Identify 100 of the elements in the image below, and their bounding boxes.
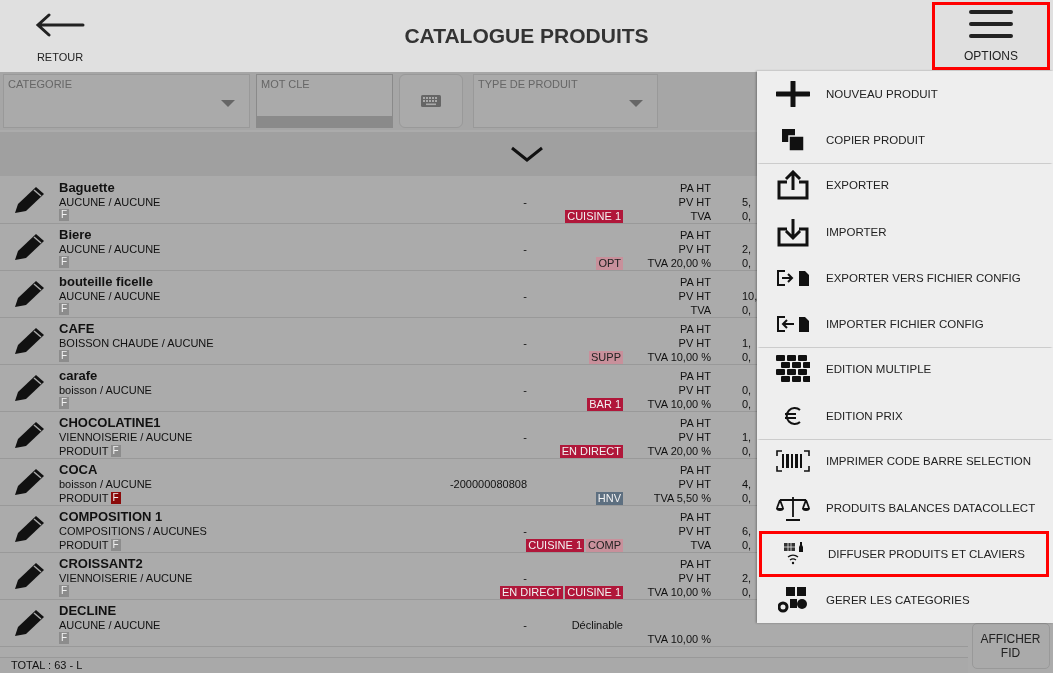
flag-badge: F [59, 397, 70, 409]
price-label: PA HT [680, 464, 711, 476]
vat-value: 0, [742, 257, 752, 269]
flag-badge: F [59, 350, 70, 362]
product-name: DECLINE [59, 604, 118, 618]
product-category: AUCUNE / AUCUNE [59, 195, 162, 209]
flag-badge: F [59, 585, 70, 597]
product-category: VIENNOISERIE / AUCUNE [59, 571, 194, 585]
product-code: - [523, 525, 527, 537]
flag-badge: F [59, 209, 70, 221]
vat-value: 0, [742, 210, 752, 222]
vat-label: TVA [690, 210, 711, 222]
product-name: CAFE [59, 322, 96, 336]
flag-badge: F [110, 445, 121, 457]
price-label: PV HT [678, 478, 711, 490]
vat-value: 0, [742, 398, 752, 410]
product-category: BOISSON CHAUDE / AUCUNE [59, 336, 215, 350]
vat-label: TVA 10,00 % [647, 633, 711, 645]
vat-value: 0, [742, 351, 752, 363]
price-value: 0, [742, 384, 752, 396]
price-label: PA HT [680, 276, 711, 288]
price-label: PV HT [678, 243, 711, 255]
price-label: PA HT [680, 323, 711, 335]
price-value: 2, [742, 243, 752, 255]
flag-badge: F [59, 256, 70, 268]
product-category: COMPOSITIONS / AUCUNES [59, 524, 208, 538]
product-code: -200000080808 [449, 478, 527, 490]
vat-label: TVA 10,00 % [647, 398, 711, 410]
price-label: PA HT [680, 417, 711, 429]
price-label: PA HT [680, 511, 711, 523]
price-value: 5, [742, 196, 752, 208]
vat-label: TVA 20,00 % [647, 257, 711, 269]
product-code: - [523, 572, 527, 584]
tag: BAR 1 [587, 397, 623, 411]
tag: SUPP [589, 350, 623, 364]
price-label: PV HT [678, 196, 711, 208]
page-title: CATALOGUE PRODUITS [404, 24, 649, 48]
product-category: VIENNOISERIE / AUCUNE [59, 430, 194, 444]
variant-note: Déclinable [571, 619, 623, 631]
product-category: AUCUNE / AUCUNE [59, 618, 162, 632]
product-code: - [523, 619, 527, 631]
vat-value: 0, [742, 445, 752, 457]
price-label: PA HT [680, 182, 711, 194]
product-name: COCA [59, 463, 99, 477]
tag: HNV [595, 491, 623, 505]
product-name: carafe [59, 369, 99, 383]
vat-label: TVA 10,00 % [647, 351, 711, 363]
price-value: 2, [742, 572, 752, 584]
price-value: 4, [742, 478, 752, 490]
product-name: CROISSANT2 [59, 557, 144, 571]
price-label: PV HT [678, 290, 711, 302]
vat-label: TVA 10,00 % [647, 586, 711, 598]
product-name: CHOCOLATINE1 [59, 416, 162, 430]
tag: EN DIRECT [559, 444, 623, 458]
tag: EN DIRECT [499, 585, 564, 599]
product-code: - [523, 384, 527, 396]
product-category: boisson / AUCUNE [59, 383, 153, 397]
tag: CUISINE 1 [526, 538, 584, 552]
vat-label: TVA [690, 304, 711, 316]
product-type: PRODUIT [59, 538, 109, 552]
product-code: - [523, 243, 527, 255]
product-type: PRODUIT [59, 444, 109, 458]
price-value: 1, [742, 337, 752, 349]
price-label: PA HT [680, 558, 711, 570]
price-value: 1, [742, 431, 752, 443]
price-label: PV HT [678, 431, 711, 443]
price-label: PA HT [680, 229, 711, 241]
vat-value: 0, [742, 539, 752, 551]
flag-badge: F [110, 539, 121, 551]
vat-value: 0, [742, 304, 752, 316]
product-name: Biere [59, 228, 93, 242]
product-name: bouteille ficelle [59, 275, 154, 289]
price-label: PV HT [678, 384, 711, 396]
vat-value: 0, [742, 586, 752, 598]
product-code: - [523, 337, 527, 349]
tag: CUISINE 1 [565, 209, 623, 223]
flag-badge: F [59, 632, 70, 644]
product-category: boisson / AUCUNE [59, 477, 153, 491]
product-name: COMPOSITION 1 [59, 510, 164, 524]
product-category: AUCUNE / AUCUNE [59, 242, 162, 256]
vat-value: 0, [742, 492, 752, 504]
vat-label: TVA 5,50 % [653, 492, 711, 504]
product-code: - [523, 431, 527, 443]
price-label: PV HT [678, 572, 711, 584]
flag-badge: F [110, 492, 121, 504]
price-value: 10, [742, 290, 758, 302]
product-category: AUCUNE / AUCUNE [59, 289, 162, 303]
flag-badge: F [59, 303, 70, 315]
product-code: - [523, 290, 527, 302]
price-value: 6, [742, 525, 752, 537]
total-count: TOTAL : 63 - L [11, 659, 83, 671]
product-name: Baguette [59, 181, 116, 195]
tag: CUISINE 1 [565, 585, 623, 599]
product-type: PRODUIT [59, 491, 109, 505]
price-label: PV HT [678, 337, 711, 349]
price-label: PA HT [680, 370, 711, 382]
vat-label: TVA [690, 539, 711, 551]
tag: OPT [596, 256, 623, 270]
price-label: PV HT [678, 525, 711, 537]
tag: COMP [586, 538, 623, 552]
